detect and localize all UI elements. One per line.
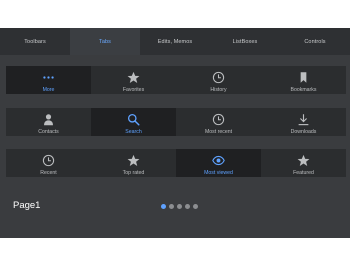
tab-listboxes[interactable]: ListBoxes [210, 28, 280, 55]
tab-button-label: Search [125, 129, 142, 135]
app-window: Toolbars Tabs Edits, Memos ListBoxes Con… [0, 28, 350, 238]
tab-button-most-recent[interactable]: Most recent [176, 108, 261, 136]
tab-button-bookmarks[interactable]: Bookmarks [261, 66, 346, 94]
eye-icon [212, 155, 225, 166]
tab-tabs[interactable]: Tabs [70, 28, 140, 55]
tab-button-featured[interactable]: Featured [261, 149, 346, 177]
tab-button-recent[interactable]: Recent [6, 149, 91, 177]
download-icon [298, 114, 309, 126]
tab-button-favorites[interactable]: Favorites [91, 66, 176, 94]
top-tab-strip: Toolbars Tabs Edits, Memos ListBoxes Con… [0, 28, 350, 55]
clock-icon [42, 154, 55, 167]
tab-bar-2: Contacts Search Most recent Downloads [6, 108, 346, 136]
tab-toolbars[interactable]: Toolbars [0, 28, 70, 55]
page-dot-1[interactable] [161, 204, 166, 209]
tab-bar-3: Recent Top rated Most viewed Featured [6, 149, 346, 177]
more-icon [43, 76, 54, 79]
search-icon [127, 113, 140, 126]
tab-button-label: Most viewed [204, 170, 233, 176]
tab-bar-1: More Favorites History Bookmarks [6, 66, 346, 94]
tab-button-label: Downloads [290, 129, 317, 135]
tab-edits-memos[interactable]: Edits, Memos [140, 28, 210, 55]
tab-button-history[interactable]: History [176, 66, 261, 94]
page-dot-5[interactable] [193, 204, 198, 209]
star-icon [127, 154, 140, 166]
tab-button-more[interactable]: More [6, 66, 91, 94]
clock-icon [212, 113, 225, 126]
person-icon [44, 114, 53, 126]
star-icon [297, 154, 310, 166]
star-icon [127, 71, 140, 83]
tab-button-search[interactable]: Search [91, 108, 176, 136]
tab-button-label: Most recent [204, 129, 233, 135]
page-indicator [161, 204, 198, 209]
tab-controls[interactable]: Controls [280, 28, 350, 55]
tab-button-label: Top rated [122, 170, 145, 176]
page-dot-4[interactable] [185, 204, 190, 209]
tab-button-most-viewed[interactable]: Most viewed [176, 149, 261, 177]
tab-button-label: More [42, 87, 55, 93]
page-dot-3[interactable] [177, 204, 182, 209]
tab-button-label: Recent [40, 170, 57, 176]
clock-icon [212, 71, 225, 84]
tab-button-downloads[interactable]: Downloads [261, 108, 346, 136]
tab-button-label: Favorites [122, 87, 145, 93]
tab-button-label: Featured [293, 170, 314, 176]
tab-button-label: History [210, 87, 227, 93]
tab-button-label: Bookmarks [290, 87, 317, 93]
page-dot-2[interactable] [169, 204, 174, 209]
tab-button-contacts[interactable]: Contacts [6, 108, 91, 136]
tab-button-top-rated[interactable]: Top rated [91, 149, 176, 177]
tab-button-label: Contacts [38, 129, 59, 135]
bookmark-icon [300, 72, 307, 83]
page-title: Page1 [13, 200, 41, 211]
